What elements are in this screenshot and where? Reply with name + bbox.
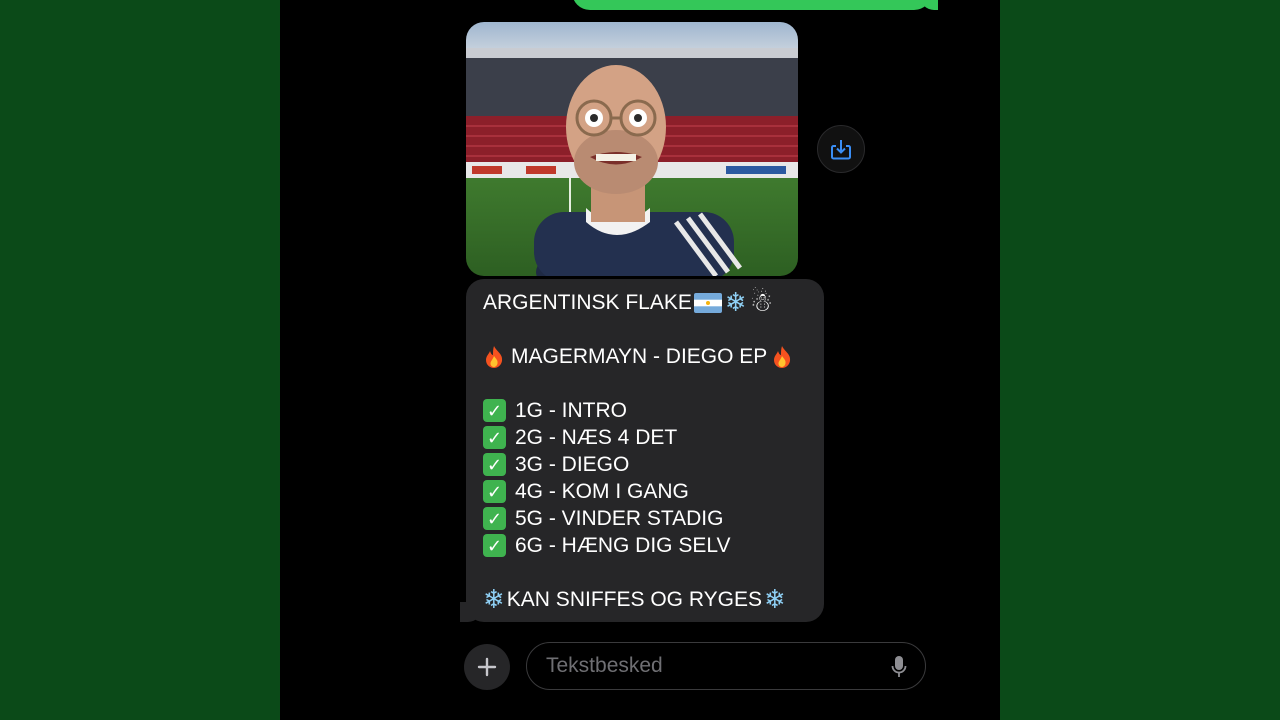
left-background-panel	[0, 0, 280, 720]
fire-icon	[486, 345, 503, 368]
track-title: 2G - NÆS 4 DET	[515, 426, 678, 449]
check-mark-icon: ✓	[483, 426, 506, 449]
sent-bubble-tail	[920, 0, 938, 10]
track-line: ✓ 6G - HÆNG DIG SELV	[483, 532, 808, 559]
check-mark-icon: ✓	[483, 480, 506, 503]
microphone-icon[interactable]	[891, 655, 907, 679]
track-title: 1G - INTRO	[515, 399, 628, 422]
message-input-container[interactable]	[526, 642, 926, 690]
snowflake-icon: ❄	[724, 287, 747, 317]
compose-bar	[280, 640, 1000, 694]
check-mark-icon: ✓	[483, 507, 506, 530]
track-line: ✓ 4G - KOM I GANG	[483, 478, 808, 505]
check-mark-icon: ✓	[483, 399, 506, 422]
snowflake-icon: ❄	[483, 584, 505, 614]
argentina-flag-icon	[693, 292, 722, 313]
received-message-bubble[interactable]: ARGENTINSK FLAKE ❄ ☃ MAGERMAYN - DIEGO E…	[466, 279, 824, 622]
message-input[interactable]	[544, 653, 878, 679]
track-line: ✓ 2G - NÆS 4 DET	[483, 424, 808, 451]
save-attachment-button[interactable]	[817, 125, 865, 173]
add-attachment-button[interactable]	[464, 644, 510, 690]
track-title: 5G - VINDER STADIG	[515, 507, 724, 530]
right-background-panel	[1000, 0, 1280, 720]
snowflake-icon: ❄	[763, 584, 786, 614]
save-download-icon	[831, 140, 851, 160]
fire-icon	[774, 345, 791, 368]
track-line: ✓ 3G - DIEGO	[483, 451, 808, 478]
track-line: ✓ 5G - VINDER STADIG	[483, 505, 808, 532]
plus-icon	[477, 657, 497, 677]
track-line: ✓ 1G - INTRO	[483, 397, 808, 424]
photo-attachment[interactable]	[466, 22, 798, 276]
sent-message-bubble[interactable]	[572, 0, 932, 10]
footer-line: ❄ KAN SNIFFES OG RYGES ❄	[483, 586, 808, 613]
message-title: ARGENTINSK FLAKE	[483, 291, 692, 314]
ep-title-line: MAGERMAYN - DIEGO EP	[483, 343, 808, 370]
stadium-photo	[466, 22, 798, 276]
track-title: 6G - HÆNG DIG SELV	[515, 534, 731, 557]
track-title: 4G - KOM I GANG	[515, 480, 689, 503]
check-mark-icon: ✓	[483, 453, 506, 476]
ep-title: MAGERMAYN - DIEGO EP	[511, 345, 768, 368]
messages-screen: ARGENTINSK FLAKE ❄ ☃ MAGERMAYN - DIEGO E…	[280, 0, 1000, 720]
snowman-icon: ☃	[749, 287, 773, 317]
message-footer: KAN SNIFFES OG RYGES	[506, 588, 762, 611]
message-title-line: ARGENTINSK FLAKE ❄ ☃	[483, 289, 808, 316]
track-title: 3G - DIEGO	[515, 453, 630, 476]
check-mark-icon: ✓	[483, 534, 506, 557]
